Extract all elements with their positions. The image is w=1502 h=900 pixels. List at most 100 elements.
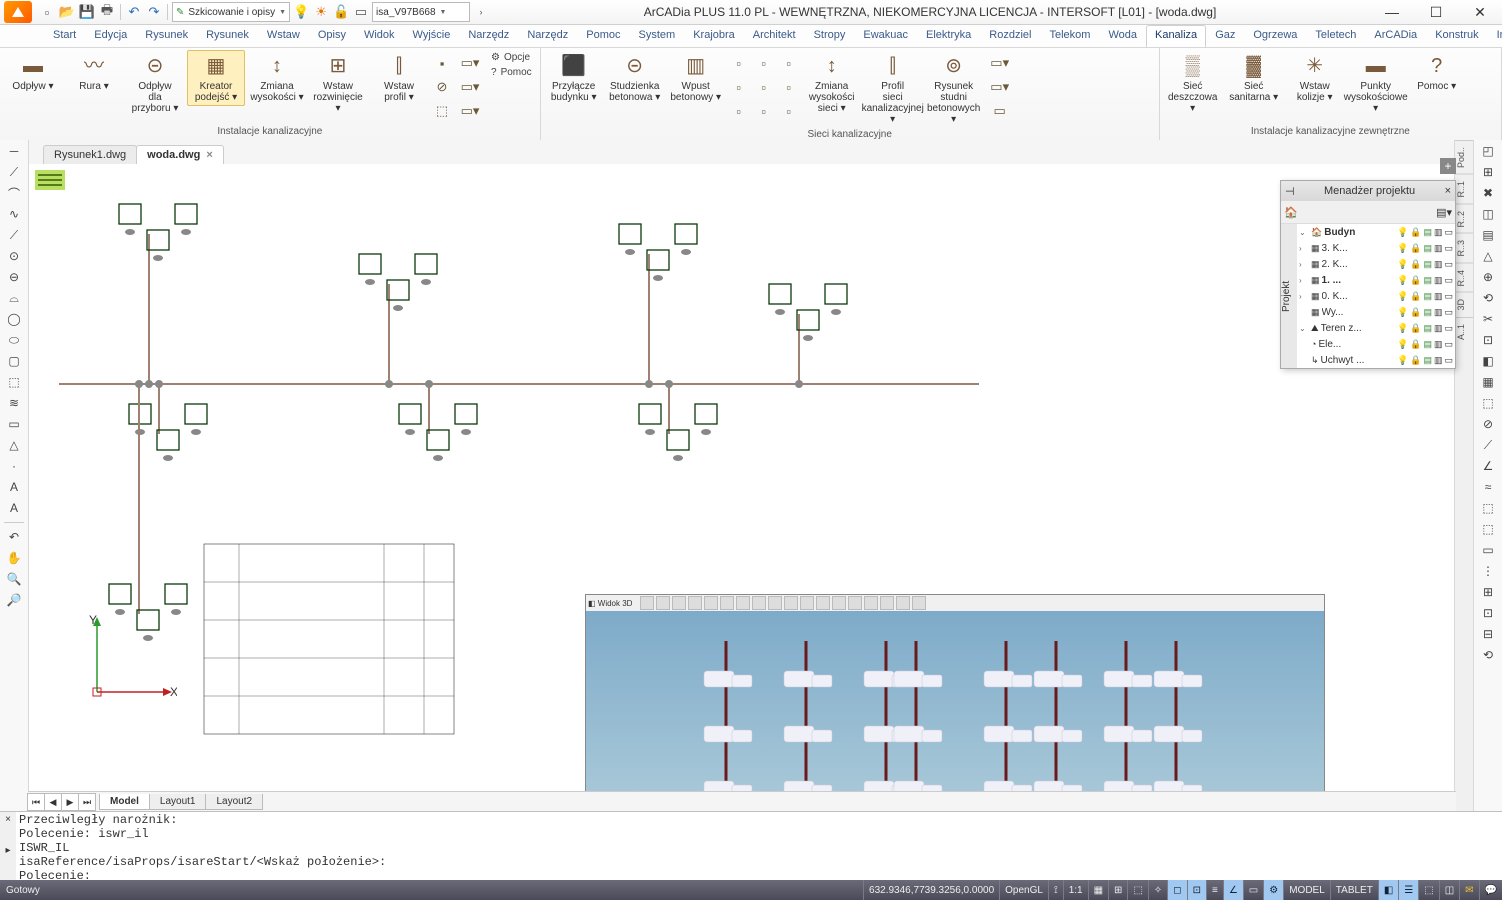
status-chat-icon[interactable]: 💬 xyxy=(1479,880,1502,900)
ribbon-przyłącze-budynku[interactable]: ⬛Przyłączebudynku ▾ xyxy=(545,50,603,106)
mini-tool[interactable]: ▫ xyxy=(778,52,800,74)
ltool-6[interactable]: ⊖ xyxy=(5,268,23,286)
close-button[interactable]: ✕ xyxy=(1458,0,1502,24)
qat-redo-icon[interactable]: ↷ xyxy=(145,3,163,21)
rtab-r4[interactable]: R..4 xyxy=(1455,263,1473,293)
rtool-19[interactable]: ▭ xyxy=(1479,541,1497,559)
qat-undo-icon[interactable]: ↶ xyxy=(125,3,143,21)
ltool-4[interactable]: ⟋ xyxy=(5,226,23,244)
mini-tool[interactable]: ▫ xyxy=(728,52,750,74)
qat-open-icon[interactable]: 📂 xyxy=(58,3,76,21)
tab-teletech[interactable]: Teletech xyxy=(1306,25,1365,47)
ribbon-profil-sieci-kanalizacyjnej[interactable]: ⫿Profilsieci kanalizacyjnej ▾ xyxy=(864,50,922,128)
ltool-5[interactable]: ⊙ xyxy=(5,247,23,265)
opcje-button[interactable]: ⚙Opcje xyxy=(491,52,532,63)
ltool-17[interactable]: A xyxy=(5,499,23,517)
ltool-15[interactable]: · xyxy=(5,457,23,475)
ribbon-rura[interactable]: 〰Rura ▾ xyxy=(65,50,123,95)
maximize-button[interactable]: ☐ xyxy=(1414,0,1458,24)
rtool-20[interactable]: ⋮ xyxy=(1479,562,1497,580)
status-gear-icon[interactable]: ⚙ xyxy=(1263,880,1283,900)
pm-row[interactable]: ›▦0. K...💡🔒▤▥▭ xyxy=(1297,288,1455,304)
tab-wyjście[interactable]: Wyjście xyxy=(404,25,460,47)
qat-layer-icon[interactable]: ▭ xyxy=(352,3,370,21)
status-i4[interactable]: ◫ xyxy=(1439,880,1459,900)
tab-wstaw[interactable]: Wstaw xyxy=(258,25,309,47)
layout-nav[interactable]: ⏮◀▶⏭ xyxy=(28,793,96,811)
status-ortho-icon[interactable]: ⬚ xyxy=(1127,880,1147,900)
ribbon-wstaw-profil[interactable]: ⫿Wstawprofil ▾ xyxy=(370,50,428,106)
status-etrack-icon[interactable]: ∠ xyxy=(1223,880,1243,900)
mini-tool[interactable]: ⊘ xyxy=(431,76,453,98)
tab-rysunek[interactable]: Rysunek xyxy=(136,25,197,47)
rtool-23[interactable]: ⊟ xyxy=(1479,625,1497,643)
cmd-handle[interactable]: ×▸ xyxy=(0,812,16,880)
pm-title-bar[interactable]: ⊣ Menadżer projektu × xyxy=(1281,181,1455,201)
rtool-14[interactable]: ⟋ xyxy=(1479,436,1497,454)
pm-row[interactable]: ›▦1. ...💡🔒▤▥▭ xyxy=(1297,272,1455,288)
rtab-r2[interactable]: R..2 xyxy=(1455,204,1473,234)
tab-architekt[interactable]: Architekt xyxy=(744,25,805,47)
pm-filter-icon[interactable]: ▤▾ xyxy=(1436,206,1452,219)
palette-add-button[interactable]: + xyxy=(1440,158,1456,174)
ribbon-wpust-betonowy[interactable]: ▥Wpustbetonowy ▾ xyxy=(667,50,725,106)
ltool-20[interactable]: ✋ xyxy=(5,549,23,567)
rtab-a1[interactable]: A..1 xyxy=(1455,317,1473,346)
status-osnap-icon[interactable]: ◻ xyxy=(1167,880,1186,900)
tab-telekom[interactable]: Telekom xyxy=(1040,25,1099,47)
tab-inwenta[interactable]: Inwenta xyxy=(1488,25,1502,47)
ltool-16[interactable]: A xyxy=(5,478,23,496)
minimize-button[interactable]: — xyxy=(1370,0,1414,24)
status-mail-icon[interactable]: ✉ xyxy=(1459,880,1478,900)
rtool-18[interactable]: ⬚ xyxy=(1479,520,1497,538)
mini-tool[interactable]: ⬚ xyxy=(431,100,453,122)
ltool-3[interactable]: ∿ xyxy=(5,205,23,223)
tab-widok[interactable]: Widok xyxy=(355,25,404,47)
rtab-r3[interactable]: R..3 xyxy=(1455,233,1473,263)
tab-rysunek[interactable]: Rysunek xyxy=(197,25,258,47)
tab-start[interactable]: Start xyxy=(44,25,85,47)
rtool-3[interactable]: ◫ xyxy=(1479,205,1497,223)
mini-tool[interactable]: ▫ xyxy=(753,52,775,74)
rtool-9[interactable]: ⊡ xyxy=(1479,331,1497,349)
status-dyn-icon[interactable]: ▭ xyxy=(1243,880,1263,900)
pm-close-icon[interactable]: × xyxy=(1445,185,1451,197)
ltool-2[interactable]: ⌒ xyxy=(5,184,23,202)
status-i1[interactable]: ◧ xyxy=(1378,880,1398,900)
rtool-5[interactable]: △ xyxy=(1479,247,1497,265)
pm-row[interactable]: ↳Uchwyt ...💡🔒▤▥▭ xyxy=(1297,352,1455,368)
ribbon-wstaw-rozwinięcie[interactable]: ⊞Wstawrozwinięcie ▾ xyxy=(309,50,367,117)
mini-tool[interactable]: ▫ xyxy=(728,100,750,122)
status-model[interactable]: MODEL xyxy=(1283,880,1330,900)
pomoc-button[interactable]: ?Pomoc xyxy=(491,67,532,78)
status-opengl[interactable]: OpenGL xyxy=(999,880,1048,900)
status-ucs-icon[interactable]: ⟟ xyxy=(1048,880,1063,900)
ltool-9[interactable]: ⬭ xyxy=(5,331,23,349)
rtool-13[interactable]: ⊘ xyxy=(1479,415,1497,433)
pm-home-icon[interactable]: 🏠 xyxy=(1284,206,1298,219)
rtool-2[interactable]: ✖ xyxy=(1479,184,1497,202)
tab-opisy[interactable]: Opisy xyxy=(309,25,355,47)
mini-tool[interactable]: ▫ xyxy=(778,76,800,98)
qat-workspace-dropdown[interactable]: ✎ Szkicowanie i opisy ▼ xyxy=(172,2,290,22)
pm-pin-icon[interactable]: ⊣ xyxy=(1285,185,1295,198)
tab-edycja[interactable]: Edycja xyxy=(85,25,136,47)
rtab-pod[interactable]: Pod.. xyxy=(1455,140,1473,174)
ribbon-zmiana-wysokości[interactable]: ↕Zmianawysokości ▾ xyxy=(248,50,306,106)
tab-ewakuac[interactable]: Ewakuac xyxy=(854,25,917,47)
layout-tab-1[interactable]: Layout1 xyxy=(149,794,207,810)
rtool-11[interactable]: ▦ xyxy=(1479,373,1497,391)
rtool-7[interactable]: ⟲ xyxy=(1479,289,1497,307)
rtool-22[interactable]: ⊡ xyxy=(1479,604,1497,622)
command-line[interactable]: ×▸ Przeciwległy narożnik: Polecenie: isw… xyxy=(0,811,1502,880)
mini-tool[interactable]: ▪ xyxy=(431,52,453,74)
ltool-8[interactable]: ◯ xyxy=(5,310,23,328)
project-manager[interactable]: ⊣ Menadżer projektu × 🏠 ▤▾ Projekt ⌄🏠Bud… xyxy=(1280,180,1456,369)
rtool-21[interactable]: ⊞ xyxy=(1479,583,1497,601)
rtool-10[interactable]: ◧ xyxy=(1479,352,1497,370)
tab-rozdziel[interactable]: Rozdziel xyxy=(980,25,1040,47)
qat-more-icon[interactable]: › xyxy=(472,3,490,21)
mini-tool[interactable]: ▭▾ xyxy=(986,76,1014,98)
ltool-19[interactable]: ↶ xyxy=(5,528,23,546)
mini-tool[interactable]: ▭ xyxy=(986,100,1014,122)
